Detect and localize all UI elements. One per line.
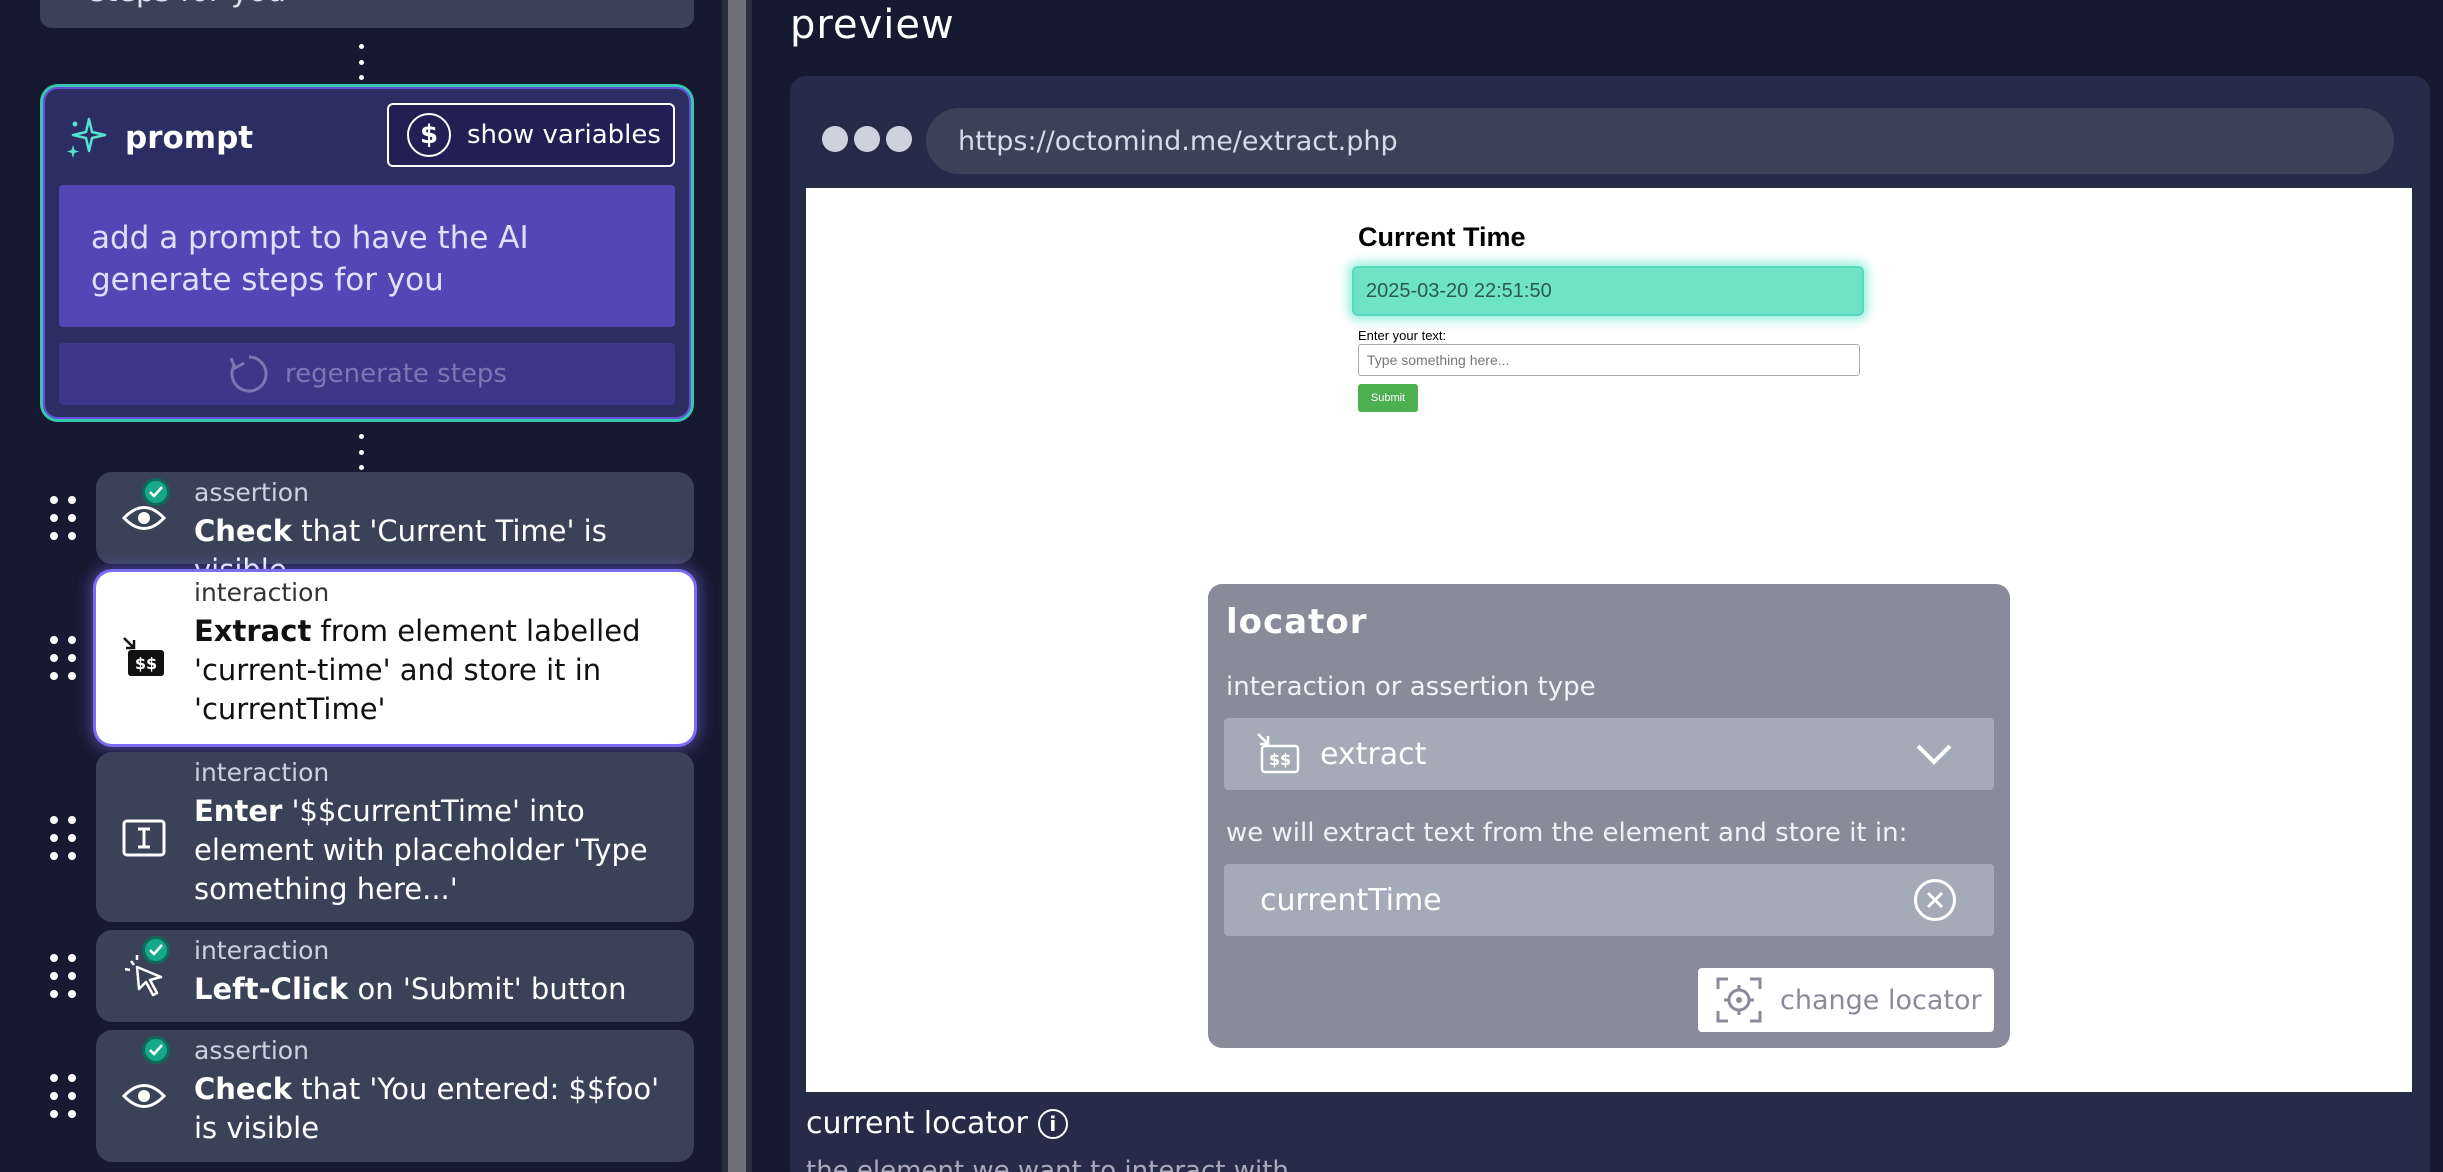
check-icon: [142, 478, 170, 506]
store-label: we will extract text from the element an…: [1226, 818, 1908, 848]
drag-handle[interactable]: [50, 816, 76, 860]
regenerate-steps-button[interactable]: regenerate steps: [59, 343, 675, 405]
step-card[interactable]: assertion Check that 'Current Time' is v…: [96, 472, 694, 587]
step-card-selected[interactable]: $$ interaction Extract from element labe…: [96, 572, 694, 744]
variable-name-value: currentTime: [1260, 882, 1442, 918]
prompt-card: prompt $ show variables add a prompt to …: [40, 84, 694, 422]
panel-resize-divider[interactable]: [722, 0, 752, 1172]
locator-heading: locator: [1226, 602, 1368, 642]
regenerate-steps-label: regenerate steps: [285, 359, 507, 389]
step-kind: interaction: [194, 578, 330, 607]
step-card[interactable]: interaction Left-Click on 'Submit' butto…: [96, 930, 694, 1022]
drag-handle[interactable]: [50, 954, 76, 998]
variable-name-field[interactable]: currentTime: [1224, 864, 1994, 936]
highlighted-time-element[interactable]: 2025-03-20 22:51:50: [1352, 266, 1864, 316]
current-locator-description: the element we want to interact with: [806, 1156, 1289, 1172]
show-variables-label: show variables: [467, 120, 661, 150]
connector-dots: [356, 44, 366, 80]
connector-dots: [356, 434, 366, 470]
url-bar: https://octomind.me/extract.php: [926, 108, 2394, 174]
step-kind: assertion: [194, 1036, 309, 1065]
step-text: Enter '$$currentTime' into element with …: [194, 794, 648, 906]
info-icon[interactable]: i: [1037, 1108, 1068, 1139]
site-submit-button[interactable]: Submit: [1358, 384, 1418, 412]
step-text: Extract from element labelled 'current-t…: [194, 614, 641, 726]
change-locator-label: change locator: [1780, 984, 1982, 1016]
sparkle-icon: [67, 117, 107, 158]
text-cursor-icon: [114, 808, 174, 868]
step-card[interactable]: assertion Check that 'You entered: $$foo…: [96, 1030, 694, 1162]
locator-popup: locator interaction or assertion type $$…: [1208, 584, 2010, 1048]
site-heading: Current Time: [1358, 222, 1526, 252]
extract-icon: $$: [114, 628, 174, 688]
step-text: Left-Click on 'Submit' button: [194, 972, 627, 1006]
step-kind: interaction: [194, 936, 330, 965]
page-viewport: Current Time 2025-03-20 22:51:50 Enter y…: [806, 188, 2412, 1092]
clear-icon[interactable]: [1914, 879, 1956, 921]
steps-panel: steps for you prompt $ show variables ad…: [0, 0, 722, 1172]
drag-handle[interactable]: [50, 1074, 76, 1118]
current-locator-heading: current locator i: [806, 1106, 1068, 1141]
drag-handle[interactable]: [50, 496, 76, 540]
check-icon: [142, 936, 170, 964]
prompt-textarea[interactable]: add a prompt to have the AI generate ste…: [59, 185, 675, 327]
crosshair-icon: [1716, 977, 1762, 1023]
previous-step-card[interactable]: steps for you: [40, 0, 694, 28]
type-label: interaction or assertion type: [1226, 672, 1596, 702]
prompt-title: prompt: [125, 120, 254, 156]
previous-step-text: steps for you: [90, 0, 286, 9]
check-icon: [142, 1036, 170, 1064]
eye-icon: [114, 1066, 174, 1126]
dollar-icon: $: [407, 113, 451, 157]
svg-text:$$: $$: [135, 654, 157, 673]
svg-text:$$: $$: [1269, 750, 1291, 769]
step-text: Check that 'You entered: $$foo' is visib…: [194, 1072, 660, 1145]
extract-icon: $$: [1257, 733, 1300, 774]
chevron-down-icon: [1916, 744, 1952, 765]
show-variables-button[interactable]: $ show variables: [387, 103, 675, 167]
step-card[interactable]: interaction Enter '$$currentTime' into e…: [96, 752, 694, 922]
refresh-icon: [229, 355, 268, 393]
step-kind: assertion: [194, 478, 309, 507]
browser-preview: https://octomind.me/extract.php Current …: [790, 76, 2430, 1172]
window-dots: [822, 126, 918, 152]
site-text-input[interactable]: Type something here...: [1358, 344, 1860, 376]
drag-handle[interactable]: [50, 636, 76, 680]
step-kind: interaction: [194, 758, 330, 787]
type-select[interactable]: $$ extract: [1224, 718, 1994, 790]
site-input-label: Enter your text:: [1358, 328, 1447, 343]
change-locator-button[interactable]: change locator: [1698, 968, 1994, 1032]
preview-title: preview: [790, 2, 955, 48]
type-select-value: extract: [1320, 736, 1427, 772]
